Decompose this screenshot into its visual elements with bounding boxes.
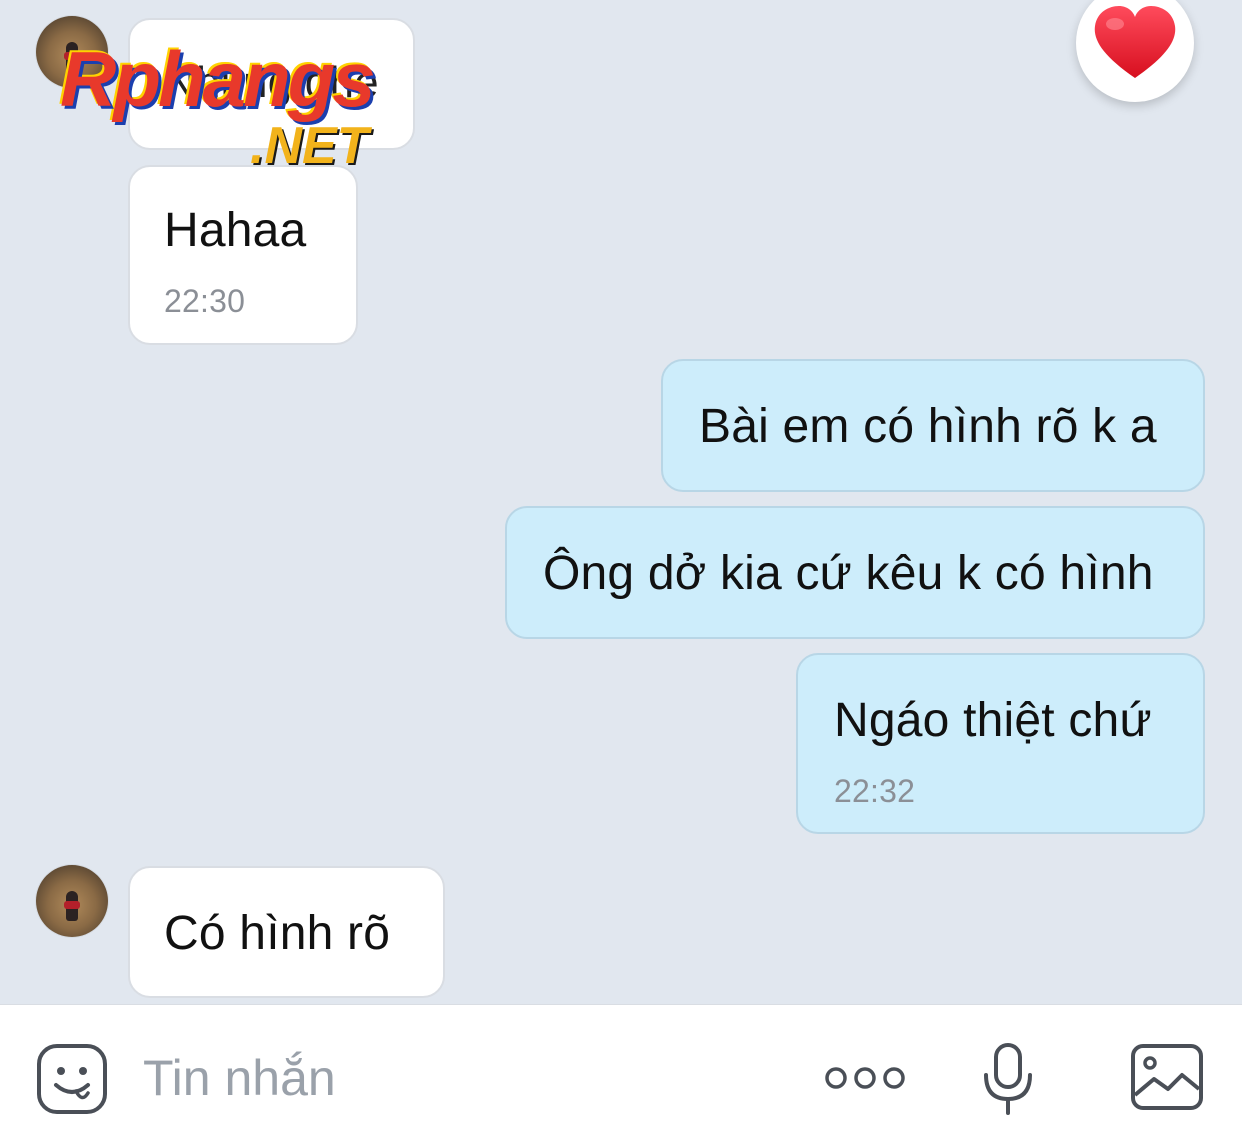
heart-reaction-button[interactable] bbox=[1076, 0, 1194, 102]
message-input[interactable]: Tin nhắn bbox=[143, 1049, 336, 1107]
message-bubble-outgoing[interactable]: Bài em có hình rõ k a bbox=[661, 359, 1205, 492]
microphone-icon[interactable] bbox=[982, 1043, 1034, 1115]
contact-avatar[interactable] bbox=[36, 865, 108, 937]
watermark-logo: Rphangs .NET bbox=[60, 34, 440, 175]
chat-conversation: Nhỉ ng ghe Hahaa 22:30 Bài em có hình rõ… bbox=[0, 0, 1242, 1004]
message-bubble-incoming[interactable]: Hahaa 22:30 bbox=[128, 165, 358, 345]
image-icon[interactable] bbox=[1130, 1043, 1204, 1111]
message-bubble-outgoing[interactable]: Ông dở kia cứ kêu k có hình bbox=[505, 506, 1205, 639]
sticker-face-icon[interactable] bbox=[36, 1043, 108, 1115]
message-timestamp: 22:30 bbox=[164, 283, 246, 319]
watermark-text: Rphangs bbox=[60, 35, 376, 123]
message-text: Ngáo thiệt chứ bbox=[834, 694, 1152, 747]
message-composer: Tin nhắn bbox=[0, 1004, 1242, 1148]
message-text: Có hình rõ bbox=[164, 907, 391, 960]
message-timestamp: 22:32 bbox=[834, 773, 916, 809]
heart-icon bbox=[1094, 6, 1176, 78]
message-bubble-outgoing[interactable]: Ngáo thiệt chứ 22:32 bbox=[796, 653, 1205, 834]
message-text: Bài em có hình rõ k a bbox=[699, 400, 1157, 453]
message-text: Ông dở kia cứ kêu k có hình bbox=[543, 547, 1154, 600]
more-dots-icon[interactable] bbox=[824, 1063, 906, 1093]
watermark-suffix: .NET bbox=[250, 117, 369, 175]
message-text: Hahaa bbox=[164, 204, 307, 257]
message-bubble-incoming[interactable]: Có hình rõ bbox=[128, 866, 445, 998]
